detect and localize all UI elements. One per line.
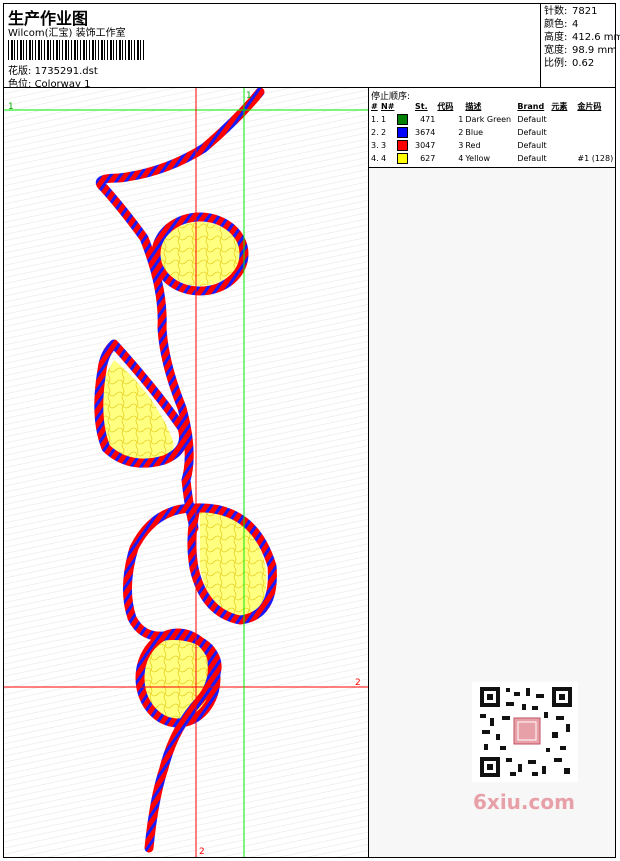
rope-stitches bbox=[94, 88, 277, 853]
col-st: St. bbox=[415, 102, 428, 111]
barcode-icon bbox=[8, 40, 144, 60]
guide-v2-label: 2 bbox=[199, 847, 205, 857]
guide-h2-label: 2 bbox=[355, 678, 361, 688]
stats-panel: 针数: 7821 颜色: 4 高度: 412.6 mm 宽度: 98.9 mm 比例: 0… bbox=[540, 3, 620, 88]
col-code: 代码 bbox=[437, 102, 454, 111]
col-num: # bbox=[371, 102, 378, 111]
stat-row: 颜色: 4 bbox=[544, 19, 579, 30]
stat-row: 比例: 0.62 bbox=[544, 58, 595, 69]
stop-sequence-table: # N# St. 代码 描述 Brand 元素 金片码 1. 1 471 1 D… bbox=[370, 100, 614, 165]
qr-code-icon bbox=[472, 682, 578, 782]
embroidery-preview: 1 2 1 2 bbox=[4, 88, 368, 857]
table-row: 1. 1 471 1 Dark Green Default bbox=[371, 114, 547, 125]
watermark-logo: 6xiu.com bbox=[473, 790, 575, 814]
col-n: N# bbox=[381, 102, 395, 111]
table-header-row: # N# St. 代码 描述 Brand 元素 金片码 bbox=[370, 100, 614, 113]
table-row: 2. 2 3674 2 Blue Default bbox=[371, 127, 547, 138]
stat-row: 针数: 7821 bbox=[544, 6, 598, 17]
studio-name: Wilcom(汇宝) 装饰工作室 bbox=[8, 28, 126, 39]
col-brand: Brand bbox=[517, 102, 545, 111]
table-row: 4. 4 627 4 Yellow Default #1 (128) bbox=[371, 153, 614, 164]
stat-row: 宽度: 98.9 mm bbox=[544, 45, 617, 56]
guide-v1-label: 1 bbox=[246, 91, 252, 101]
stat-row: 高度: 412.6 mm bbox=[544, 32, 620, 43]
guide-h1-label: 1 bbox=[8, 102, 14, 112]
header: 生产作业图 Wilcom(汇宝) 装饰工作室 花版: 1735291.dst 色… bbox=[3, 3, 540, 90]
color-swatch bbox=[397, 114, 408, 125]
stop-sequence-header: 停止顺序: # N# St. 代码 描述 Brand 元素 金片码 1. 1 4… bbox=[369, 88, 615, 168]
col-sequin: 金片码 bbox=[577, 102, 602, 111]
design-canvas[interactable]: 1 2 1 2 bbox=[4, 88, 368, 857]
color-swatch bbox=[397, 153, 408, 164]
table-row: 3. 3 3047 3 Red Default bbox=[371, 140, 547, 151]
col-swatch bbox=[396, 100, 414, 113]
color-swatch bbox=[397, 127, 408, 138]
color-swatch bbox=[397, 140, 408, 151]
col-element: 元素 bbox=[551, 102, 568, 111]
col-desc: 描述 bbox=[465, 102, 482, 111]
